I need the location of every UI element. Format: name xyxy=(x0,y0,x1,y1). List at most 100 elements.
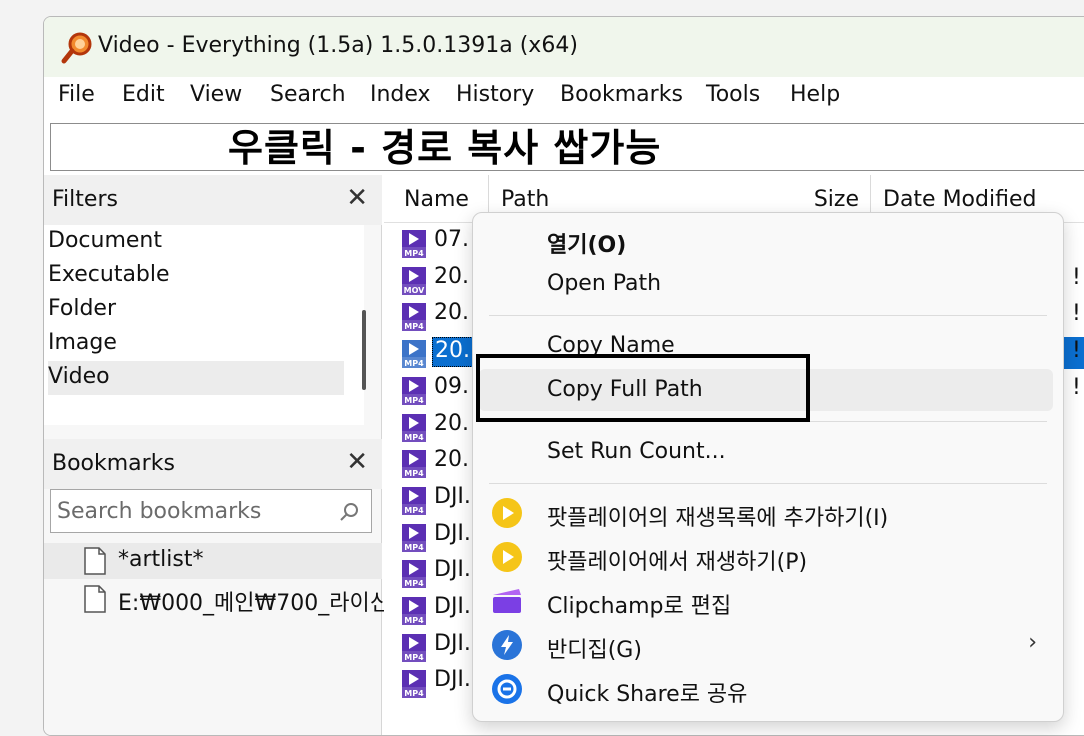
menu-tools[interactable]: Tools xyxy=(706,82,760,107)
bookmarks-title: Bookmarks xyxy=(52,451,175,476)
menu-bar: File Edit View Search Index History Book… xyxy=(44,77,1084,117)
highlight-annotation xyxy=(476,354,810,422)
bookmark-label: E:₩000_메인₩700_라이신 xyxy=(118,591,391,616)
video-file-icon: MP4 xyxy=(402,450,426,479)
filter-item-image[interactable]: Image xyxy=(48,327,344,361)
file-name: 09. xyxy=(434,373,469,399)
filters-scrollbar[interactable] xyxy=(362,310,366,390)
potplayer-icon xyxy=(492,542,522,572)
close-filters-icon[interactable]: ✕ xyxy=(346,183,368,213)
video-file-icon: MP4 xyxy=(402,486,426,515)
svg-text:MP4: MP4 xyxy=(404,506,424,515)
menu-item-label: Set Run Count... xyxy=(547,439,726,464)
file-icon xyxy=(84,585,106,613)
title-bar: Video - Everything (1.5a) 1.5.0.1391a (x… xyxy=(44,17,1084,77)
file-name: 20. xyxy=(434,410,469,436)
menu-item-open[interactable]: 열기(O) xyxy=(479,219,1053,261)
video-file-icon: MP4 xyxy=(402,670,426,699)
video-file-icon: MP4 xyxy=(402,633,426,662)
bookmarks-header: Bookmarks ✕ xyxy=(44,439,382,489)
column-name[interactable]: Name xyxy=(384,175,488,223)
video-file-icon: MP4 xyxy=(402,597,426,625)
filters-title: Filters xyxy=(52,187,118,212)
chevron-right-icon: › xyxy=(1028,630,1037,655)
row-tail-text: ! xyxy=(1072,301,1081,327)
file-name: 20. xyxy=(434,263,469,289)
menu-separator xyxy=(489,315,1047,316)
menu-item-open-path[interactable]: Open Path xyxy=(479,263,1053,305)
svg-text:MP4: MP4 xyxy=(404,359,424,368)
search-icon xyxy=(340,503,358,521)
svg-text:MP4: MP4 xyxy=(404,322,424,331)
svg-text:MP4: MP4 xyxy=(404,543,424,552)
menu-file[interactable]: File xyxy=(58,82,95,107)
svg-text:MP4: MP4 xyxy=(404,616,424,625)
file-name: 07. xyxy=(434,227,469,252)
bandizip-icon xyxy=(492,630,522,660)
bookmark-item[interactable]: E:₩000_메인₩700_라이신 xyxy=(44,581,390,617)
menu-help[interactable]: Help xyxy=(790,82,840,107)
quick-share-icon xyxy=(492,674,522,704)
menu-history[interactable]: History xyxy=(456,82,534,107)
column-date-label: Date Modified xyxy=(883,187,1037,212)
menu-bookmarks[interactable]: Bookmarks xyxy=(560,82,683,107)
file-name: DJI. xyxy=(434,667,471,693)
filter-item-folder[interactable]: Folder xyxy=(48,293,344,327)
filter-item-document[interactable]: Document xyxy=(48,225,344,259)
file-name: DJI. xyxy=(434,594,471,619)
svg-text:MP4: MP4 xyxy=(404,249,424,258)
filter-item-executable[interactable]: Executable xyxy=(48,259,344,293)
overlay-caption: 우클릭 - 경로 복사 쌉가능 xyxy=(228,126,662,170)
close-bookmarks-icon[interactable]: ✕ xyxy=(346,447,368,477)
video-file-icon: MP4 xyxy=(402,230,426,258)
video-file-icon: MP4 xyxy=(402,560,426,589)
menu-item-set-run-count[interactable]: Set Run Count... xyxy=(479,431,1053,473)
menu-item-label: Open Path xyxy=(547,271,662,296)
video-file-icon: MP4 xyxy=(402,340,426,369)
window-title: Video - Everything (1.5a) 1.5.0.1391a (x… xyxy=(98,33,578,58)
everything-search-icon xyxy=(61,32,92,64)
bookmark-item[interactable]: *artlist* xyxy=(44,543,382,579)
context-menu: 열기(O) Open Path Copy Name Copy Full Path… xyxy=(472,212,1064,722)
row-tail-text: ! xyxy=(1072,374,1081,400)
file-name: DJI. xyxy=(434,630,471,656)
svg-text:MP4: MP4 xyxy=(404,579,424,588)
svg-text:MP4: MP4 xyxy=(404,433,424,442)
sidebar: Filters ✕ Document Executable Folder Ima… xyxy=(44,175,390,735)
file-name: 20. xyxy=(434,300,469,326)
video-file-icon: MP4 xyxy=(402,413,426,442)
menu-item-potplayer-play[interactable]: 팟플레이어에서 재생하기(P) xyxy=(479,536,1053,578)
menu-index[interactable]: Index xyxy=(370,82,431,107)
menu-item-bandizip[interactable]: 반디집(G) › xyxy=(479,624,1053,666)
menu-item-label: Clipchamp로 편집 xyxy=(547,594,732,619)
file-name: 20. xyxy=(432,337,473,368)
menu-item-label: 열기(O) xyxy=(547,233,627,258)
bookmarks-search[interactable] xyxy=(50,489,372,533)
menu-edit[interactable]: Edit xyxy=(122,82,165,107)
filter-item-video[interactable]: Video xyxy=(48,361,344,395)
svg-text:MP4: MP4 xyxy=(404,469,424,478)
file-icon xyxy=(84,547,106,575)
clipchamp-icon xyxy=(493,589,521,613)
bookmark-label: *artlist* xyxy=(118,547,204,572)
menu-item-potplayer-add[interactable]: 팟플레이어의 재생목록에 추가하기(I) xyxy=(479,492,1053,534)
menu-item-quick-share[interactable]: Quick Share로 공유 xyxy=(479,668,1053,710)
row-tail-text: ! xyxy=(1072,338,1081,364)
filters-header: Filters ✕ xyxy=(44,175,382,225)
filter-list: Document Executable Folder Image Video xyxy=(44,225,364,425)
menu-item-label: 팟플레이어의 재생목록에 추가하기(I) xyxy=(547,506,889,531)
video-file-icon: MOV xyxy=(402,266,426,295)
menu-item-clipchamp[interactable]: Clipchamp로 편집 xyxy=(479,580,1053,622)
svg-text:MP4: MP4 xyxy=(404,396,424,405)
menu-search[interactable]: Search xyxy=(270,82,346,107)
bookmarks-search-input[interactable] xyxy=(57,497,327,525)
svg-text:MP4: MP4 xyxy=(404,653,424,662)
column-name-label: Name xyxy=(404,187,469,212)
video-file-icon: MP4 xyxy=(402,376,426,405)
file-name: DJI. xyxy=(434,520,471,546)
menu-item-label: 반디집(G) xyxy=(547,638,642,663)
menu-view[interactable]: View xyxy=(190,82,242,107)
svg-text:MP4: MP4 xyxy=(404,689,424,698)
file-name: 20. xyxy=(434,447,469,473)
menu-separator xyxy=(489,483,1047,484)
